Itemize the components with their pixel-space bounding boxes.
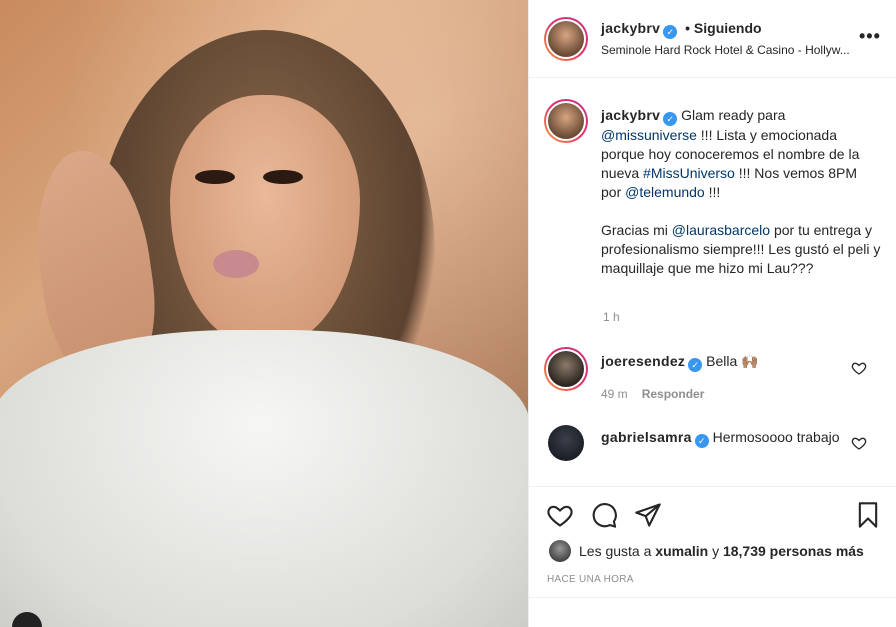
verified-badge-icon: ✓ <box>688 358 703 372</box>
comment-item: gabrielsamra ✓ Hermosoooo trabajo <box>601 428 841 448</box>
header-user-line: jackybrv ✓ • Siguiendo <box>601 20 762 39</box>
heart-icon[interactable] <box>546 501 574 529</box>
comments-section: jackybrv ✓ Glam ready para @missuniverse … <box>529 79 896 485</box>
verified-badge-icon: ✓ <box>663 112 678 126</box>
post-photo[interactable] <box>0 0 528 627</box>
hashtag-missuniverso[interactable]: #MissUniverso <box>643 165 735 181</box>
comment-like-heart-icon[interactable] <box>851 360 867 376</box>
comment-like-heart-icon[interactable] <box>851 435 867 451</box>
caption-para2-lead: Gracias mi <box>601 222 668 238</box>
likes-count[interactable]: 18,739 personas más <box>723 543 864 559</box>
verified-badge-icon: ✓ <box>694 434 709 448</box>
photo-face <box>170 95 360 345</box>
caption-author-avatar[interactable] <box>544 99 588 143</box>
liker-username[interactable]: xumalin <box>655 543 708 559</box>
comment-avatar[interactable] <box>544 347 588 391</box>
likes-connector: y <box>712 543 720 559</box>
action-bar: Les gusta a xumalin y 18,739 personas má… <box>529 486 896 627</box>
more-options-icon[interactable]: ••• <box>859 26 881 47</box>
mention-telemundo[interactable]: @telemundo <box>625 184 705 200</box>
post-caption: jackybrv ✓ Glam ready para @missuniverse … <box>601 106 881 297</box>
author-username[interactable]: jackybrv <box>601 20 660 36</box>
comment-text: Bella 🙌🏽 <box>706 353 759 369</box>
photo-eye-left <box>195 170 235 184</box>
comment-avatar[interactable] <box>548 425 584 461</box>
post-side-panel: jackybrv ✓ • Siguiendo Seminole Hard Rock… <box>528 0 896 627</box>
mention-missuniverse[interactable]: @missuniverse <box>601 127 697 143</box>
comment-text: Hermosoooo trabajo <box>712 429 840 445</box>
follow-status[interactable]: • Siguiendo <box>685 20 761 36</box>
comment-item: joeresendez ✓ Bella 🙌🏽 <box>601 352 841 372</box>
comment-icon[interactable] <box>590 501 618 529</box>
bookmark-icon[interactable] <box>854 501 882 529</box>
caption-text-3: !!! <box>708 184 721 200</box>
photo-lips <box>213 250 259 278</box>
author-avatar[interactable] <box>544 17 588 61</box>
likes-prefix: Les gusta a <box>579 543 652 559</box>
caption-username[interactable]: jackybrv <box>601 107 660 123</box>
post-header: jackybrv ✓ • Siguiendo Seminole Hard Rock… <box>529 0 896 78</box>
add-comment-bar[interactable] <box>529 597 896 627</box>
caption-lead: Glam ready para <box>681 107 786 123</box>
likes-summary: Les gusta a xumalin y 18,739 personas má… <box>579 543 864 559</box>
paper-plane-icon[interactable] <box>634 501 662 529</box>
mention-laurasbarcelo[interactable]: @laurasbarcelo <box>672 222 770 238</box>
photo-eye-right <box>263 170 303 184</box>
verified-badge-icon: ✓ <box>663 25 678 39</box>
posted-timestamp[interactable]: HACE UNA HORA <box>547 574 634 585</box>
reply-button[interactable]: Responder <box>642 387 705 401</box>
comment-time: 49 m <box>601 387 628 401</box>
caption-time: 1 h <box>603 310 620 324</box>
location-link[interactable]: Seminole Hard Rock Hotel & Casino - Holl… <box>601 43 850 57</box>
comment-username[interactable]: gabrielsamra <box>601 429 692 445</box>
comment-username[interactable]: joeresendez <box>601 353 685 369</box>
comment-meta: 49 m Responder <box>601 387 704 401</box>
photo-robe <box>0 330 528 627</box>
liker-avatar[interactable] <box>549 540 571 562</box>
